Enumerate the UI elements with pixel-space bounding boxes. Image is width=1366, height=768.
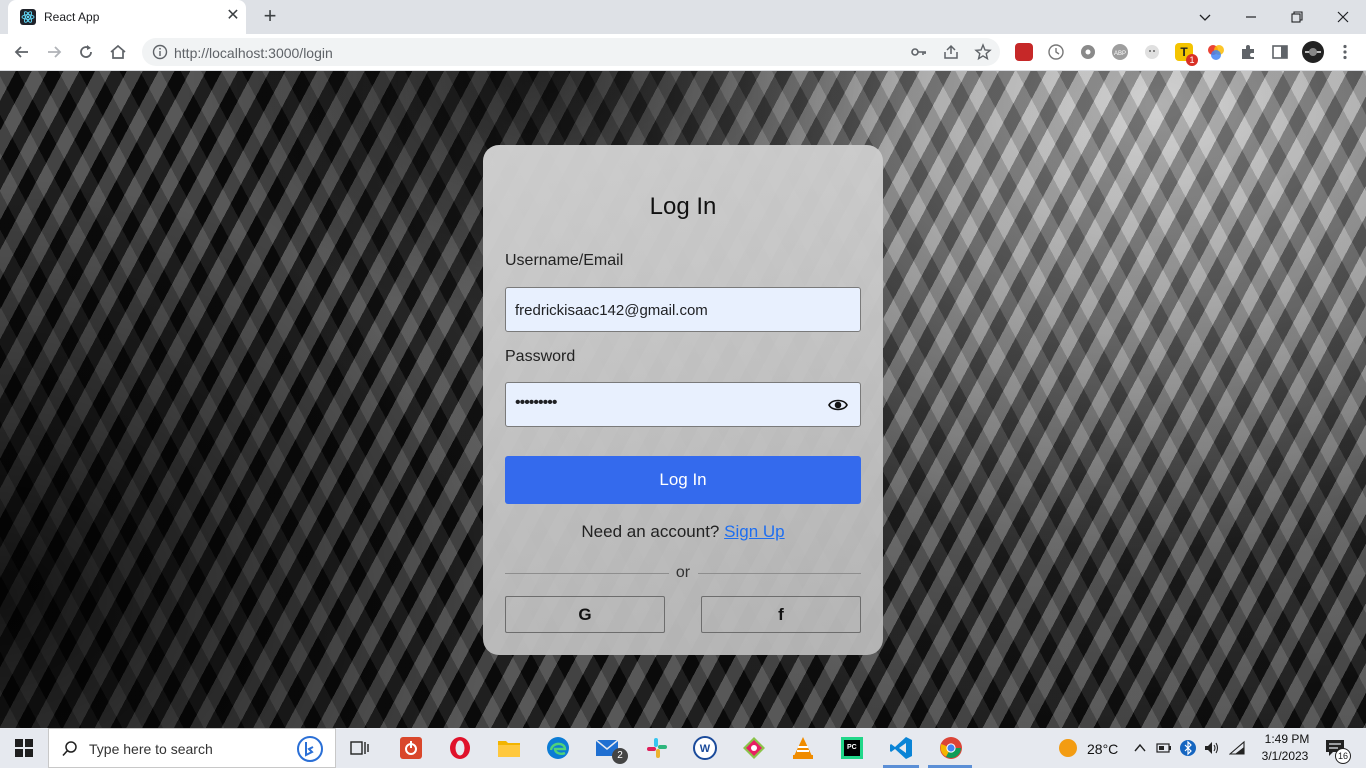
site-info-icon[interactable] — [152, 44, 168, 60]
password-input[interactable]: ••••••••• — [505, 382, 861, 427]
need-account-text: Need an account? — [581, 522, 720, 541]
password-masked-value: ••••••••• — [515, 394, 557, 411]
username-input[interactable]: fredrickisaac142@gmail.com — [505, 287, 861, 332]
extension-clock-icon[interactable] — [1047, 43, 1065, 61]
bing-icon[interactable] — [295, 735, 325, 763]
svg-text:PC: PC — [847, 744, 857, 751]
key-icon[interactable] — [910, 43, 928, 61]
bookmark-star-icon[interactable] — [974, 43, 992, 61]
git-app-icon[interactable] — [740, 734, 768, 762]
side-panel-icon[interactable] — [1271, 43, 1289, 61]
login-title: Log In — [649, 193, 717, 220]
address-bar[interactable]: http://localhost:3000/login — [142, 38, 1000, 66]
google-login-button[interactable]: G — [505, 596, 665, 633]
clock-time[interactable]: 1:49 PM — [1260, 732, 1314, 746]
back-arrow-icon[interactable] — [10, 40, 34, 64]
react-logo-icon — [20, 9, 36, 25]
extensions-puzzle-icon[interactable] — [1239, 43, 1257, 61]
browser-tab[interactable]: React App ✕ — [8, 0, 246, 34]
extension-gear-icon[interactable] — [1079, 43, 1097, 61]
or-separator: or — [675, 564, 691, 581]
tab-title: React App — [44, 10, 100, 24]
edge-icon[interactable] — [544, 734, 572, 762]
pycharm-icon[interactable]: PC — [838, 734, 866, 762]
extension-face-icon[interactable] — [1143, 43, 1161, 61]
close-window-button[interactable] — [1320, 0, 1366, 34]
restore-button[interactable] — [1274, 0, 1320, 34]
vscode-icon[interactable] — [887, 734, 915, 762]
home-icon[interactable] — [106, 40, 130, 64]
facebook-login-button[interactable]: f — [701, 596, 861, 633]
chrome-icon[interactable] — [937, 734, 965, 762]
minimize-button[interactable] — [1228, 0, 1274, 34]
profile-avatar[interactable] — [1302, 41, 1324, 63]
search-icon — [62, 741, 77, 757]
share-icon[interactable] — [942, 43, 960, 61]
bluetooth-icon[interactable] — [1180, 740, 1196, 756]
svg-text:ABP: ABP — [1114, 51, 1126, 57]
wifi-icon[interactable] — [1229, 740, 1245, 756]
username-label: Username/Email — [505, 252, 624, 269]
login-button[interactable]: Log In — [505, 456, 861, 504]
task-view-icon[interactable] — [346, 734, 374, 762]
eye-icon[interactable] — [828, 396, 848, 414]
chrome-menu-icon[interactable] — [1336, 43, 1354, 61]
speaker-icon[interactable] — [1204, 740, 1220, 756]
forward-arrow-icon[interactable] — [42, 40, 66, 64]
vlc-icon[interactable] — [789, 734, 817, 762]
url-text[interactable]: http://localhost:3000/login — [174, 45, 333, 61]
weather-sun-icon[interactable] — [1058, 738, 1078, 758]
signup-link[interactable]: Sign Up — [724, 522, 784, 541]
mail-badge: 2 — [612, 748, 628, 764]
windows-start-button[interactable] — [0, 728, 48, 768]
svg-text:W: W — [700, 743, 711, 755]
browser-tab-strip: React App ✕ + — [0, 0, 1366, 34]
slack-icon[interactable] — [643, 734, 671, 762]
search-placeholder: Type here to search — [89, 741, 213, 757]
taskbar-search-box[interactable]: Type here to search — [48, 728, 336, 768]
login-card: Log In Username/Email fredrickisaac142@g… — [483, 145, 883, 655]
extension-colorful-icon[interactable] — [1207, 43, 1225, 61]
power-app-icon[interactable] — [397, 734, 425, 762]
battery-icon[interactable] — [1156, 740, 1172, 756]
signup-prompt: Need an account? Sign Up — [483, 522, 883, 542]
opera-icon[interactable] — [446, 734, 474, 762]
tray-chevron-up-icon[interactable] — [1132, 740, 1148, 756]
facebook-icon: f — [778, 604, 784, 624]
file-explorer-icon[interactable] — [495, 734, 523, 762]
tab-close-icon[interactable]: ✕ — [224, 7, 242, 25]
windows-logo-icon — [15, 739, 33, 757]
reload-icon[interactable] — [74, 40, 98, 64]
new-tab-button[interactable]: + — [259, 5, 281, 28]
username-value: fredrickisaac142@gmail.com — [515, 302, 708, 319]
google-icon: G — [578, 604, 592, 624]
weather-temperature[interactable]: 28°C — [1087, 741, 1118, 757]
tab-search-chevron-icon[interactable] — [1182, 0, 1228, 34]
extension-adblock-icon[interactable]: ABP — [1111, 43, 1129, 61]
windows-taskbar: Type here to search 2 W PC 28°C 1:49 PM … — [0, 728, 1366, 768]
extension-red-icon[interactable] — [1015, 43, 1033, 61]
browser-toolbar: http://localhost:3000/login ABP T 1 — [0, 34, 1366, 71]
clock-date[interactable]: 3/1/2023 — [1256, 749, 1314, 763]
notification-count: 16 — [1335, 748, 1351, 764]
extension-badge: 1 — [1186, 54, 1198, 66]
password-label: Password — [505, 348, 576, 365]
word-app-icon[interactable]: W — [691, 734, 719, 762]
